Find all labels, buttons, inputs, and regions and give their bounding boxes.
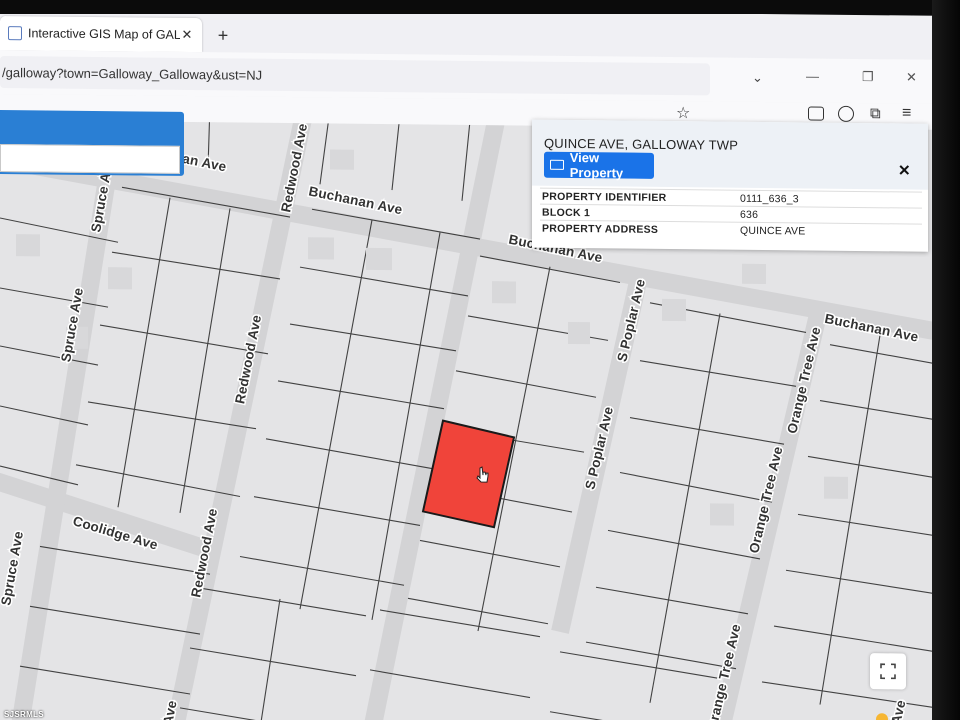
property-key: PROPERTY ADDRESS xyxy=(542,222,659,236)
view-property-label: View Property xyxy=(569,149,624,181)
chevron-down-icon[interactable]: ⌄ xyxy=(752,70,763,86)
menu-icon[interactable]: ≡ xyxy=(902,104,911,122)
new-tab-button[interactable]: + xyxy=(214,25,232,45)
url-text: /galloway?town=Galloway_Galloway&ust=NJ xyxy=(2,64,263,83)
tab-title: Interactive GIS Map of GALLOW xyxy=(28,26,180,42)
close-window-button[interactable]: ✕ xyxy=(906,69,917,85)
monitor-bezel-right xyxy=(932,0,960,720)
popup-close-icon[interactable]: ✕ xyxy=(898,161,911,179)
fullscreen-button[interactable] xyxy=(870,653,906,690)
search-input[interactable] xyxy=(0,144,180,174)
account-icon[interactable] xyxy=(838,105,854,122)
id-card-icon xyxy=(550,159,564,170)
fullscreen-icon xyxy=(880,663,896,680)
pocket-icon[interactable] xyxy=(808,106,824,121)
browser-viewport: Interactive GIS Map of GALLOW ✕ + /gallo… xyxy=(0,6,936,720)
property-value: 636 xyxy=(740,208,759,221)
tab-close-icon[interactable]: ✕ xyxy=(180,27,194,43)
popup-header: QUINCE AVE, GALLOWAY TWP View Property ✕ xyxy=(532,119,928,190)
property-value: 0111_636_3 xyxy=(740,192,799,206)
screen: Interactive GIS Map of GALLOW ✕ + /gallo… xyxy=(0,0,960,720)
street-view-pegman-icon[interactable] xyxy=(876,713,888,720)
restore-button[interactable]: ❐ xyxy=(862,69,874,85)
watermark: SJSRMLS xyxy=(4,710,44,719)
page-icon xyxy=(8,26,22,41)
property-value: QUINCE AVE xyxy=(740,224,806,238)
view-property-button[interactable]: View Property xyxy=(544,149,654,181)
property-row: PROPERTY ADDRESS QUINCE AVE xyxy=(540,219,922,240)
address-bar[interactable]: /galloway?town=Galloway_Galloway&ust=NJ xyxy=(0,56,710,96)
tab-gis-map[interactable]: Interactive GIS Map of GALLOW ✕ xyxy=(0,16,202,53)
property-key: PROPERTY IDENTIFIER xyxy=(542,190,667,204)
extensions-icon[interactable]: ⧉ xyxy=(870,105,881,122)
minimize-button[interactable]: — xyxy=(806,68,819,83)
property-key: BLOCK 1 xyxy=(542,206,591,220)
property-popup: QUINCE AVE, GALLOWAY TWP View Property ✕… xyxy=(532,119,928,252)
